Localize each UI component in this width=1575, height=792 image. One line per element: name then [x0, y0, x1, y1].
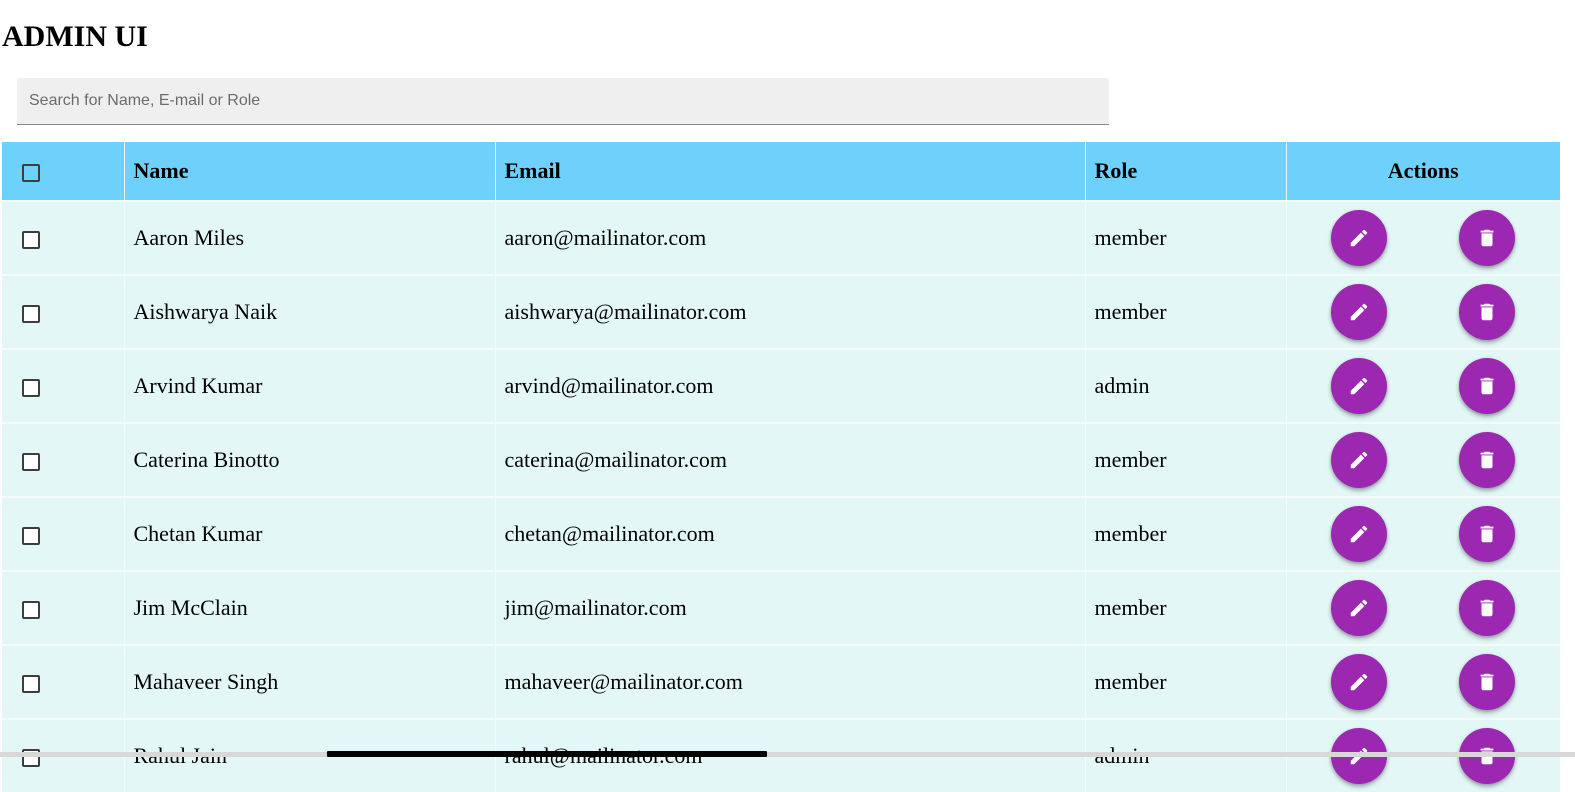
- cell-email: caterina@mailinator.com: [494, 422, 1085, 497]
- cell-name: Chetan Kumar: [123, 496, 495, 571]
- pencil-icon: [1348, 523, 1370, 545]
- row-select-cell: [2, 496, 124, 571]
- edit-button[interactable]: [1331, 358, 1388, 414]
- cell-name: Mahaveer Singh: [123, 644, 495, 719]
- search-input[interactable]: [17, 78, 1109, 125]
- row-select-cell: [2, 200, 124, 275]
- row-select-cell: [2, 422, 124, 497]
- edit-button[interactable]: [1331, 432, 1388, 488]
- cell-actions: [1285, 422, 1560, 497]
- pencil-icon: [1348, 227, 1370, 249]
- table-row: Aaron Miles aaron@mailinator.com member: [2, 200, 1560, 275]
- users-table: Name Email Role Actions Aaron Miles aaron…: [2, 142, 1560, 792]
- row-checkbox[interactable]: [22, 378, 40, 397]
- cell-email: arvind@mailinator.com: [494, 348, 1085, 423]
- edit-button[interactable]: [1331, 654, 1388, 710]
- trash-icon: [1476, 523, 1498, 545]
- edit-button[interactable]: [1331, 506, 1388, 562]
- cell-role: member: [1084, 644, 1286, 719]
- row-checkbox[interactable]: [22, 674, 40, 693]
- row-select-cell: [2, 570, 124, 645]
- cell-email: mahaveer@mailinator.com: [494, 644, 1085, 719]
- row-checkbox[interactable]: [22, 452, 40, 471]
- column-header-role: Role: [1084, 142, 1286, 201]
- table-row: Arvind Kumar arvind@mailinator.com admin: [2, 348, 1560, 423]
- trash-icon: [1476, 597, 1498, 619]
- edit-button[interactable]: [1331, 210, 1388, 266]
- cell-role: member: [1084, 200, 1286, 275]
- delete-button[interactable]: [1459, 210, 1516, 266]
- pencil-icon: [1348, 301, 1370, 323]
- cell-name: Caterina Binotto: [123, 422, 495, 497]
- cell-role: member: [1084, 274, 1286, 349]
- row-checkbox[interactable]: [22, 526, 40, 545]
- column-header-email: Email: [494, 142, 1085, 201]
- row-checkbox[interactable]: [22, 230, 40, 249]
- cell-actions: [1285, 570, 1560, 645]
- edit-button[interactable]: [1331, 580, 1388, 636]
- cell-role: member: [1084, 496, 1286, 571]
- cell-email: aishwarya@mailinator.com: [494, 274, 1085, 349]
- cell-actions: [1285, 348, 1560, 423]
- select-all-cell: [2, 142, 124, 201]
- pencil-icon: [1348, 375, 1370, 397]
- column-header-name: Name: [123, 142, 495, 201]
- pencil-icon: [1348, 597, 1370, 619]
- horizontal-scrollbar-thumb[interactable]: [327, 751, 767, 757]
- cell-role: member: [1084, 570, 1286, 645]
- pencil-icon: [1348, 449, 1370, 471]
- column-header-actions: Actions: [1285, 142, 1560, 201]
- cell-actions: [1285, 496, 1560, 571]
- cell-email: jim@mailinator.com: [494, 570, 1085, 645]
- cell-email: chetan@mailinator.com: [494, 496, 1085, 571]
- delete-button[interactable]: [1459, 358, 1516, 414]
- table-row: Chetan Kumar chetan@mailinator.com member: [2, 496, 1560, 571]
- cell-actions: [1285, 274, 1560, 349]
- row-select-cell: [2, 644, 124, 719]
- table-row: Caterina Binotto caterina@mailinator.com m…: [2, 422, 1560, 497]
- delete-button[interactable]: [1459, 284, 1516, 340]
- table-row: Aishwarya Naik aishwarya@mailinator.com me…: [2, 274, 1560, 349]
- cell-role: member: [1084, 422, 1286, 497]
- row-checkbox[interactable]: [22, 600, 40, 619]
- table-header-row: Name Email Role Actions: [2, 142, 1560, 201]
- cell-name: Jim McClain: [123, 570, 495, 645]
- select-all-checkbox[interactable]: [22, 163, 40, 182]
- trash-icon: [1476, 449, 1498, 471]
- cell-actions: [1285, 200, 1560, 275]
- trash-icon: [1476, 301, 1498, 323]
- table-row: Mahaveer Singh mahaveer@mailinator.com mem…: [2, 644, 1560, 719]
- trash-icon: [1476, 671, 1498, 693]
- horizontal-scrollbar-track: [0, 752, 1575, 757]
- trash-icon: [1476, 227, 1498, 249]
- trash-icon: [1476, 375, 1498, 397]
- cell-name: Aaron Miles: [123, 200, 495, 275]
- row-select-cell: [2, 274, 124, 349]
- delete-button[interactable]: [1459, 654, 1516, 710]
- delete-button[interactable]: [1459, 506, 1516, 562]
- cell-role: admin: [1084, 348, 1286, 423]
- edit-button[interactable]: [1331, 284, 1388, 340]
- cell-actions: [1285, 644, 1560, 719]
- delete-button[interactable]: [1459, 580, 1516, 636]
- pencil-icon: [1348, 671, 1370, 693]
- page-title: ADMIN UI: [2, 20, 148, 53]
- row-select-cell: [2, 348, 124, 423]
- cell-email: aaron@mailinator.com: [494, 200, 1085, 275]
- row-checkbox[interactable]: [22, 304, 40, 323]
- cell-name: Arvind Kumar: [123, 348, 495, 423]
- delete-button[interactable]: [1459, 432, 1516, 488]
- cell-name: Aishwarya Naik: [123, 274, 495, 349]
- table-row: Jim McClain jim@mailinator.com member: [2, 570, 1560, 645]
